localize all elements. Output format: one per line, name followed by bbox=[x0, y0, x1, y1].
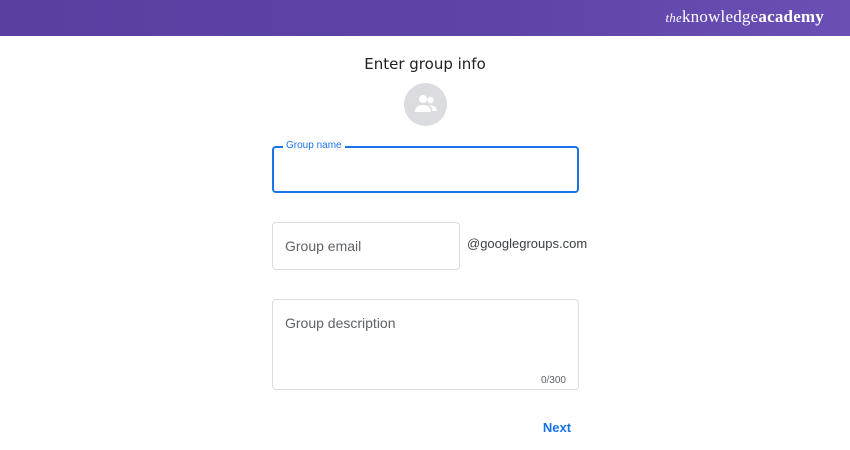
email-domain-suffix: @googlegroups.com bbox=[467, 236, 588, 251]
brand-knowledge: knowledge bbox=[681, 7, 759, 26]
brand-academy: academy bbox=[758, 7, 824, 26]
group-icon bbox=[415, 95, 437, 112]
group-avatar[interactable] bbox=[404, 83, 447, 126]
page-title: Enter group info bbox=[364, 55, 486, 73]
group-description-placeholder: Group description bbox=[285, 315, 396, 331]
brand-logo: theknowledgeacademy bbox=[666, 7, 825, 27]
group-email-placeholder: Group email bbox=[285, 238, 362, 254]
brand-the: the bbox=[665, 10, 682, 25]
group-name-field[interactable]: Group name bbox=[272, 140, 579, 193]
group-email-field[interactable]: Group email bbox=[272, 222, 460, 270]
description-char-counter: 0/300 bbox=[540, 375, 566, 386]
brand-banner: theknowledgeacademy bbox=[0, 0, 850, 36]
group-description-field[interactable]: Group description 0/300 bbox=[272, 299, 579, 390]
group-name-label: Group name bbox=[283, 140, 345, 151]
next-button[interactable]: Next bbox=[534, 414, 580, 440]
